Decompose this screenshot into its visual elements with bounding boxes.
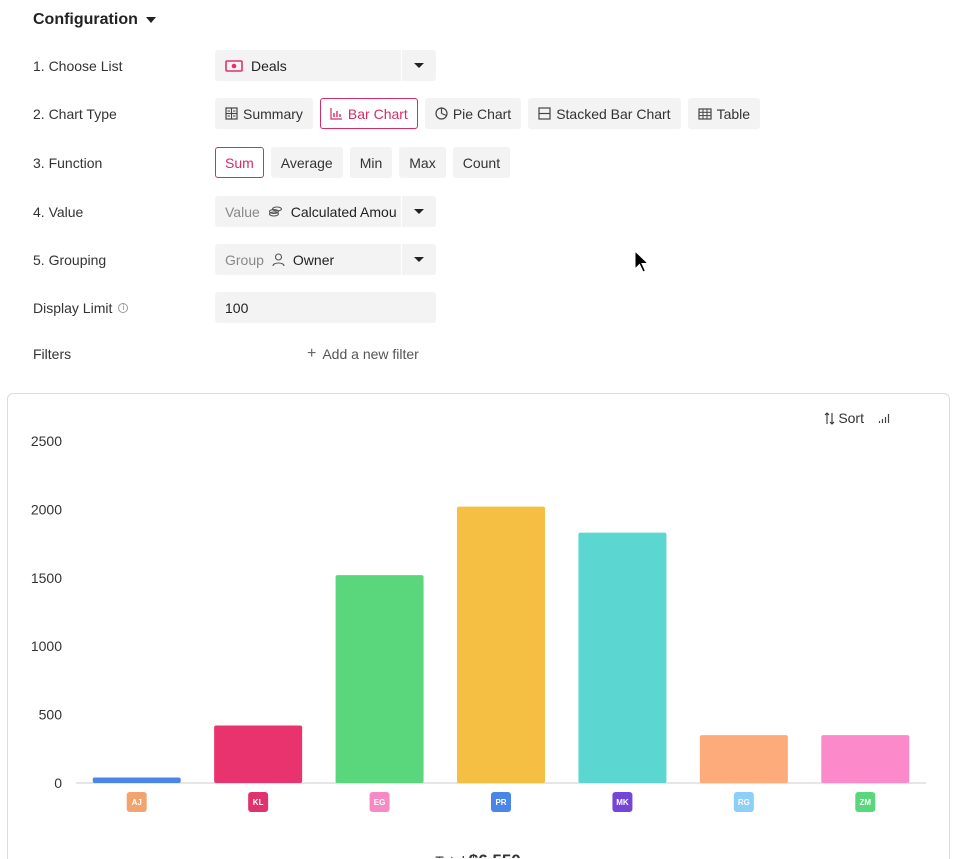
- function-count-button[interactable]: Count: [452, 147, 511, 178]
- bar-eg: [335, 575, 424, 783]
- chart-total: Total $6,550: [435, 851, 520, 858]
- bar-chart-icon: [330, 108, 342, 120]
- chart-type-pie-button[interactable]: Pie Chart: [424, 98, 522, 129]
- x-tick-label: RG: [738, 798, 750, 807]
- chart-type-row: 2. Chart Type Summary Bar Chart Pie Char…: [33, 98, 767, 129]
- add-filter-button[interactable]: + Add a new filter: [307, 345, 419, 363]
- grouping-label: 5. Grouping: [33, 251, 107, 268]
- function-sum-button[interactable]: Sum: [215, 147, 264, 178]
- stacked-bar-icon: [538, 107, 551, 120]
- list-select-value: Deals: [251, 57, 287, 74]
- value-select[interactable]: Value Calculated Amou: [215, 196, 436, 227]
- y-tick-label: 0: [54, 775, 62, 791]
- total-value: $6,550: [469, 851, 521, 858]
- x-tick-label: PR: [495, 798, 506, 807]
- grouping-select[interactable]: Group Owner: [215, 244, 436, 275]
- chart-type-summary-button[interactable]: Summary: [215, 98, 313, 129]
- y-tick-label: 2500: [31, 433, 62, 449]
- x-tick-label: EG: [374, 798, 386, 807]
- bar-aj: [92, 777, 181, 783]
- function-average-button[interactable]: Average: [270, 147, 343, 178]
- configuration-toggle[interactable]: Configuration: [33, 11, 156, 29]
- x-tick-label: KL: [253, 798, 264, 807]
- chart-type-bar-button[interactable]: Bar Chart: [319, 98, 418, 129]
- bar-pr: [457, 506, 545, 783]
- chevron-down-icon[interactable]: [414, 63, 424, 68]
- x-tick-label: ZM: [860, 798, 872, 807]
- chart-type-label: 2. Chart Type: [33, 105, 117, 122]
- x-tick-label: MK: [616, 798, 629, 807]
- total-label: Total: [435, 853, 468, 858]
- chart-type-stacked-bar-button[interactable]: Stacked Bar Chart: [528, 98, 681, 129]
- value-prefix: Value: [225, 203, 260, 220]
- choose-list-row: 1. Choose List Deals: [33, 50, 436, 81]
- bar-chart: 0 500 1000 1500 2000 2500 AJ KL EG PR MK RG ZM Total …: [31, 433, 926, 858]
- value-row: 4. Value Value Calculated Amou: [33, 196, 436, 227]
- grouping-prefix: Group: [225, 251, 264, 268]
- grouping-field: Owner: [292, 251, 335, 268]
- filters-label-text: Filters: [33, 346, 72, 362]
- function-max-button[interactable]: Max: [399, 147, 446, 178]
- money-icon: [225, 59, 243, 72]
- y-tick-label: 2000: [31, 501, 62, 517]
- chart-card: Sort 05001000150020002500AJKLEGPRMKRGZMT…: [7, 393, 950, 859]
- mouse-cursor-icon: [634, 250, 650, 273]
- caret-down-icon: [145, 17, 156, 23]
- chart-type-table-button[interactable]: Table: [687, 98, 761, 129]
- function-label: 3. Function: [33, 154, 103, 171]
- bar-zm: [821, 735, 910, 783]
- value-field: Calculated Amou: [290, 203, 397, 220]
- display-limit-label: Display Limit: [33, 299, 113, 316]
- grouping-row: 5. Grouping Group Owner: [33, 244, 436, 275]
- display-limit-label-wrap: Display Limit i: [33, 300, 215, 316]
- display-limit-input[interactable]: 100: [215, 292, 436, 323]
- table-icon: [697, 107, 712, 120]
- plus-icon: +: [307, 345, 317, 362]
- display-limit-row: Display Limit i 100: [33, 292, 436, 323]
- chart-type-table-label: Table: [716, 105, 751, 122]
- y-tick-label: 1500: [31, 570, 62, 586]
- add-filter-label: Add a new filter: [322, 346, 419, 362]
- y-tick-label: 1000: [31, 638, 62, 654]
- filters-row: Filters + Add a new filter: [33, 345, 419, 363]
- list-select[interactable]: Deals: [215, 50, 436, 81]
- pie-chart-icon: [435, 107, 448, 120]
- bar-rg: [699, 735, 788, 783]
- chart-type-stacked-bar-label: Stacked Bar Chart: [556, 105, 671, 122]
- bar-mk: [578, 532, 667, 783]
- y-tick-label: 500: [39, 707, 63, 723]
- value-label: 4. Value: [33, 203, 84, 220]
- chart-type-summary-label: Summary: [243, 105, 303, 122]
- chevron-down-icon[interactable]: [414, 257, 424, 262]
- configuration-title: Configuration: [33, 11, 138, 28]
- info-icon[interactable]: i: [118, 302, 129, 313]
- bar-kl: [214, 725, 303, 783]
- choose-list-label: 1. Choose List: [33, 57, 123, 74]
- function-min-button[interactable]: Min: [349, 147, 393, 178]
- chart-type-pie-label: Pie Chart: [452, 105, 512, 122]
- chevron-down-icon[interactable]: [414, 209, 424, 214]
- user-icon: [272, 252, 285, 266]
- summary-icon: [225, 107, 238, 120]
- coins-icon: [268, 206, 282, 217]
- function-row: 3. Function Sum Average Min Max Count: [33, 147, 517, 178]
- chart-type-bar-label: Bar Chart: [347, 105, 408, 122]
- x-tick-label: AJ: [132, 798, 142, 807]
